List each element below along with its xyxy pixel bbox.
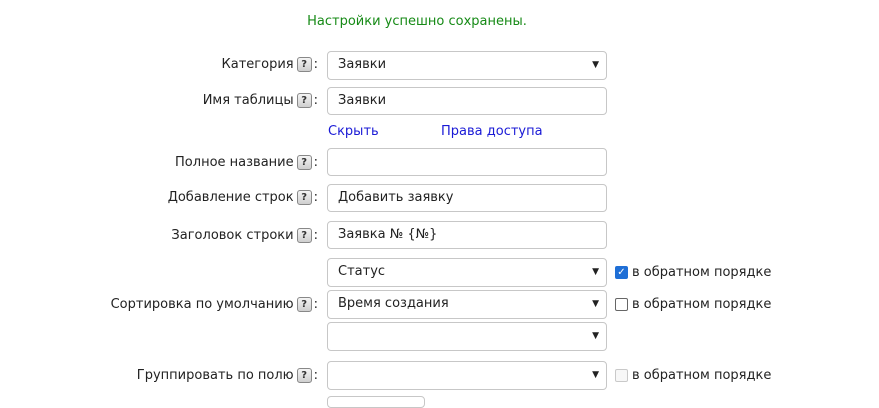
hide-link[interactable]: Скрыть — [328, 124, 379, 139]
help-icon[interactable]: ? — [296, 190, 312, 205]
category-label: Категория — [221, 57, 294, 72]
help-icon[interactable]: ? — [296, 368, 312, 383]
sort-field-1-select[interactable]: Статус ▼ — [327, 258, 607, 287]
row-header-label: Заголовок строки — [171, 228, 294, 243]
category-label-row: Категория?: — [18, 57, 318, 72]
sort-1-reverse-label: в обратном порядке — [632, 265, 772, 280]
sort-field-2-select[interactable]: Время создания ▼ — [327, 290, 607, 319]
help-icon[interactable]: ? — [296, 228, 312, 243]
full-name-label-row: Полное название?: — [18, 155, 318, 170]
table-name-label: Имя таблицы — [202, 93, 294, 108]
chevron-down-icon: ▼ — [592, 267, 599, 277]
colon: : — [313, 93, 318, 108]
category-select-value: Заявки — [338, 57, 387, 72]
chevron-down-icon: ▼ — [592, 331, 599, 341]
group-by-select[interactable]: ▼ — [327, 361, 607, 390]
group-by-reverse-checkbox[interactable] — [615, 369, 628, 382]
group-by-label: Группировать по полю — [136, 368, 294, 383]
colon: : — [313, 57, 318, 72]
sort-1-reverse-checkbox[interactable]: ✓ — [615, 266, 628, 279]
category-select[interactable]: Заявки ▼ — [327, 51, 607, 80]
sort-field-3-select[interactable]: ▼ — [327, 322, 607, 351]
sort-field-1-value: Статус — [338, 264, 386, 279]
group-by-label-row: Группировать по полю?: — [18, 368, 318, 383]
sort-field-2-value: Время создания — [338, 296, 449, 311]
help-icon[interactable]: ? — [296, 93, 312, 108]
chevron-down-icon: ▼ — [592, 299, 599, 309]
help-icon[interactable]: ? — [296, 57, 312, 72]
next-field-input[interactable] — [327, 396, 425, 408]
status-message: Настройки успешно сохранены. — [307, 14, 527, 29]
add-rows-label-row: Добавление строк?: — [18, 190, 318, 205]
access-rights-link[interactable]: Права доступа — [441, 124, 543, 139]
colon: : — [313, 297, 318, 312]
colon: : — [313, 228, 318, 243]
full-name-label: Полное название — [175, 155, 294, 170]
colon: : — [313, 368, 318, 383]
sort-2-reverse-label: в обратном порядке — [632, 297, 772, 312]
add-rows-label: Добавление строк — [167, 190, 294, 205]
help-icon[interactable]: ? — [296, 155, 312, 170]
colon: : — [313, 190, 318, 205]
sorting-label-row: Сортировка по умолчанию?: — [18, 297, 318, 312]
row-header-input[interactable]: Заявка № {№} — [327, 221, 607, 249]
chevron-down-icon: ▼ — [592, 370, 599, 380]
add-rows-input[interactable]: Добавить заявку — [327, 184, 607, 212]
sort-2-reverse-checkbox[interactable] — [615, 298, 628, 311]
table-name-input[interactable]: Заявки — [327, 87, 607, 115]
full-name-input[interactable] — [327, 148, 607, 176]
help-icon[interactable]: ? — [296, 297, 312, 312]
chevron-down-icon: ▼ — [592, 60, 599, 70]
row-header-label-row: Заголовок строки?: — [18, 228, 318, 243]
group-by-reverse-label: в обратном порядке — [632, 368, 772, 383]
table-name-label-row: Имя таблицы?: — [18, 93, 318, 108]
colon: : — [313, 155, 318, 170]
sorting-label: Сортировка по умолчанию — [110, 297, 294, 312]
